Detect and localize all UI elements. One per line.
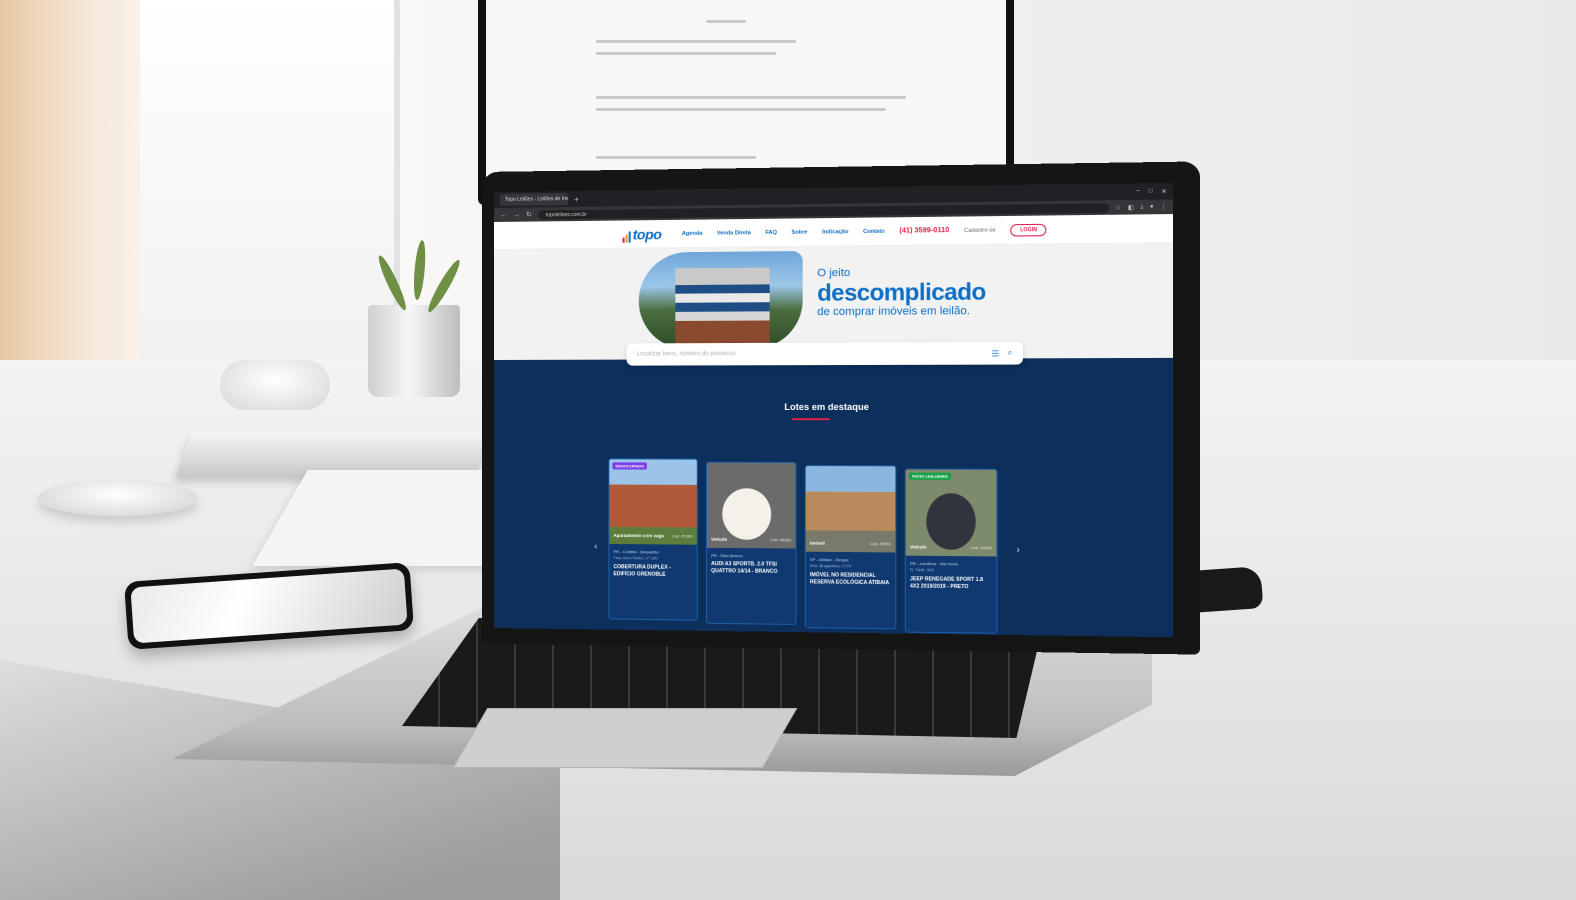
carousel-prev-icon[interactable]: ‹ <box>594 541 597 551</box>
hero-text: O jeito descomplicado de comprar imóveis… <box>817 266 986 318</box>
logo-bars-icon <box>622 230 631 243</box>
featured-title: Lotes em destaque <box>784 401 869 413</box>
logo-text: topo <box>632 225 662 243</box>
nav-sobre[interactable]: Sobre <box>791 229 807 235</box>
nav-indicacao[interactable]: Indicação <box>822 229 848 235</box>
lot-card[interactable]: PATIO LEILOEIRO Veículo Cód. #9061 PR - Lon… <box>904 468 998 634</box>
lot-photo: DESOCUPADO Apartamento com vaga Cód. #1090 <box>609 459 697 545</box>
search-box[interactable]: Localizar bens, número do processo ☰ ⌕ <box>626 341 1023 366</box>
lot-card[interactable]: Veículo Cód. #9363 PR - Pato Branco AUDI A3… <box>705 461 797 625</box>
status-badge: PATIO LEILOEIRO <box>908 472 952 480</box>
hero-building-photo <box>638 250 803 350</box>
lot-location: PR - Pato Branco <box>711 552 744 559</box>
login-button[interactable]: LOGIN <box>1010 223 1047 237</box>
headset <box>220 360 330 410</box>
lot-category: Imóvel <box>809 540 825 546</box>
title-underline <box>792 418 830 421</box>
lot-code: Cód. #9061 <box>970 544 993 551</box>
lot-photo: PATIO LEILOEIRO Veículo Cód. #9061 <box>905 469 997 557</box>
maximize-icon[interactable]: □ <box>1149 188 1153 195</box>
nav-venda-direta[interactable]: Venda Direta <box>717 230 751 236</box>
lot-title[interactable]: AUDI A3 SPORTB. 2.0 TFSI QUATTRO 14/14 -… <box>707 559 795 578</box>
lot-photo: Veículo Cód. #9363 <box>706 462 796 549</box>
lot-photo: Imóvel Cód. #1051 <box>805 466 896 553</box>
reload-icon[interactable]: ↻ <box>526 211 532 219</box>
site-logo[interactable]: topo <box>622 225 662 243</box>
forward-icon[interactable]: → <box>513 211 520 218</box>
menu-icon[interactable]: ⋮ <box>1160 203 1166 210</box>
lot-code: Cód. #9363 <box>769 537 792 543</box>
mouse <box>38 480 198 516</box>
minimize-icon[interactable]: – <box>1136 188 1140 195</box>
window-controls: – □ ✕ <box>1136 188 1166 196</box>
status-badge: DESOCUPADO <box>612 462 648 470</box>
lot-category: Apartamento com vaga <box>613 532 664 539</box>
download-icon[interactable]: ⤓ <box>1140 203 1143 210</box>
hero-headline: descomplicado <box>817 278 986 306</box>
lot-code: Cód. #1090 <box>671 533 693 539</box>
hero-banner: O jeito descomplicado de comprar imóveis… <box>494 243 1174 366</box>
nav-contato[interactable]: Contato <box>863 228 885 234</box>
featured-cards: DESOCUPADO Apartamento com vaga Cód. #1090… <box>608 458 998 634</box>
lot-title[interactable]: JEEP RENEGADE SPORT 1.8 4X2 2019/2019 - … <box>906 574 997 593</box>
signup-link[interactable]: Cadastre-se <box>964 227 996 234</box>
extensions-icon[interactable]: ◧ <box>1128 204 1134 211</box>
lot-location: PR - Curitiba - Boqueirão <box>613 549 659 555</box>
browser-tab[interactable]: Topo Leilões - Leilões de Imóv… <box>499 193 569 206</box>
lot-location: SP - Atibaia - Tanque <box>809 556 849 563</box>
laptop-trackpad <box>452 708 798 768</box>
lot-card[interactable]: Imóvel Cód. #1051 SP - Atibaia - Tanque Est… <box>804 465 897 630</box>
lot-category: Veículo <box>711 536 728 542</box>
filter-icon[interactable]: ☰ <box>992 349 1000 358</box>
nav-agenda[interactable]: Agenda <box>682 230 703 236</box>
window-frame <box>140 0 400 360</box>
plant-pot <box>368 305 460 397</box>
phone-number[interactable]: (41) 3599-0110 <box>899 227 949 235</box>
carousel-next-icon[interactable]: › <box>1017 544 1020 554</box>
lot-card[interactable]: DESOCUPADO Apartamento com vaga Cód. #1090… <box>608 458 698 621</box>
lot-title[interactable]: COBERTURA DUPLEX - EDIFÍCIO GRENOBLE <box>609 562 696 581</box>
lot-category: Veículo <box>909 544 927 550</box>
close-icon[interactable]: ✕ <box>1161 188 1166 195</box>
featured-section: Lotes em destaque ‹ › DESOCUPADO Apartame… <box>494 357 1174 638</box>
new-tab-icon[interactable]: + <box>574 194 579 203</box>
lot-location: PR - Londrina - Vila Nova <box>909 560 958 567</box>
laptop-screen: Topo Leilões - Leilões de Imóv… + – □ ✕ … <box>494 182 1174 638</box>
lot-title[interactable]: IMÓVEL NO RESIDENCIAL RESERVA ECOLÓGICA … <box>806 570 896 589</box>
search-icon[interactable]: ⌕ <box>1008 348 1013 358</box>
back-icon[interactable]: ← <box>500 211 507 218</box>
search-input[interactable]: Localizar bens, número do processo <box>637 350 983 357</box>
hero-subline: de comprar imóveis em leilão. <box>817 304 971 319</box>
profile-icon[interactable]: ● <box>1150 204 1154 210</box>
nav-faq[interactable]: FAQ <box>765 229 777 235</box>
building-shape <box>675 267 770 344</box>
window-light <box>0 0 150 420</box>
lot-code: Cód. #1051 <box>869 541 892 547</box>
bookmark-star-icon[interactable]: ☆ <box>1116 204 1122 211</box>
